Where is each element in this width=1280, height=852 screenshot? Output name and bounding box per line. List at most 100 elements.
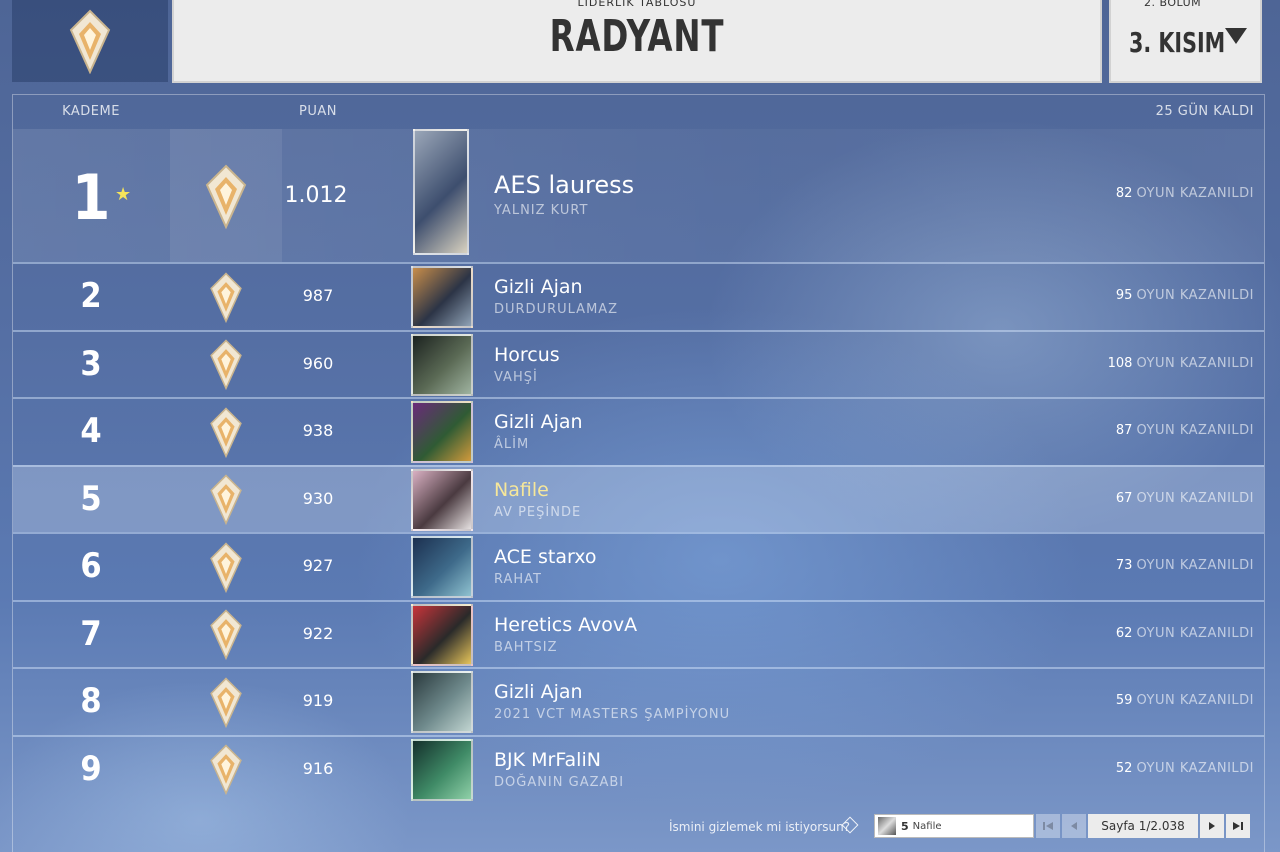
table-row[interactable]: 5 930 Nafile AV PEŞİNDE 67 OYUN KAZANILD… <box>13 464 1264 533</box>
search-name: Nafile <box>912 820 942 832</box>
dropdown-arrow-icon[interactable] <box>1225 28 1247 44</box>
table-row[interactable]: 9 916 BJK MrFaliN DOĞANIN GAZABI 52 OYUN… <box>13 734 1264 803</box>
leaderboard-footer: İsmini gizlemek mi istiyorsun? 5 Nafile … <box>12 800 1265 852</box>
table-row[interactable]: 1 ★ 1.012 AES lauress YALNIZ KURT 82 OYU… <box>13 129 1264 262</box>
player-title: VAHŞİ <box>494 369 538 385</box>
first-page-button[interactable] <box>1036 814 1060 838</box>
games-won-label: OYUN KAZANILDI <box>1136 288 1254 303</box>
hide-name-question: İsmini gizlemek mi istiyorsun? <box>669 820 851 834</box>
player-title: YALNIZ KURT <box>494 203 589 218</box>
last-page-button[interactable] <box>1226 814 1250 838</box>
games-won-label: OYUN KAZANILDI <box>1136 760 1254 776</box>
rank-number: 6 <box>80 546 102 586</box>
leaderboard-table: KADEME PUAN 25 GÜN KALDI 1 ★ 1.012 AES l… <box>12 94 1265 852</box>
player-card-avatar <box>411 468 473 531</box>
player-card-avatar <box>413 129 469 255</box>
player-title: DOĞANIN GAZABI <box>494 774 625 790</box>
games-won-count: 67 <box>1115 490 1133 506</box>
player-name: Gizli Ajan <box>494 276 583 298</box>
player-card-avatar <box>411 266 473 328</box>
rank-number: 9 <box>80 748 102 789</box>
last-page-icon <box>1233 822 1243 830</box>
games-won: 87 OYUN KAZANILDI <box>1116 423 1254 438</box>
games-won-count: 73 <box>1115 558 1133 573</box>
player-name: Nafile <box>494 478 549 501</box>
radiant-rank-icon <box>210 744 242 796</box>
rank-emblem <box>170 264 282 330</box>
rank-number: 7 <box>80 613 102 654</box>
player-card-avatar <box>411 333 473 396</box>
games-won-label: OYUN KAZANILDI <box>1136 625 1254 641</box>
section-label: LİDERLİK TABLOSU <box>577 0 697 9</box>
search-rank: 5 <box>901 819 909 833</box>
player-points: 922 <box>302 623 334 643</box>
radiant-logo <box>12 0 168 82</box>
games-won-label: OYUN KAZANILDI <box>1136 186 1254 201</box>
games-won-label: OYUN KAZANILDI <box>1136 490 1254 506</box>
rank-emblem <box>170 602 282 668</box>
player-title: DURDURULAMAZ <box>494 302 619 317</box>
rank-number: 5 <box>80 478 102 519</box>
leaderboard-title-panel: LİDERLİK TABLOSU RADYANT <box>172 0 1102 83</box>
games-won: 73 OYUN KAZANILDI <box>1116 558 1254 573</box>
radiant-rank-icon <box>69 9 111 74</box>
first-page-icon <box>1043 822 1053 830</box>
rank-emblem <box>170 399 282 465</box>
radiant-rank-icon <box>205 164 247 229</box>
table-row[interactable]: 2 987 Gizli Ajan DURDURULAMAZ 95 OYUN KA… <box>13 262 1264 330</box>
games-won: 52 OYUN KAZANILDI <box>1116 761 1254 776</box>
radiant-rank-icon <box>210 407 242 458</box>
star-icon: ★ <box>115 184 132 205</box>
player-name: Horcus <box>494 343 560 366</box>
table-row[interactable]: 6 927 ACE starxo RAHAT 73 OYUN KAZANILDI <box>13 532 1264 600</box>
rank-emblem <box>170 467 282 533</box>
games-won-count: 59 <box>1115 693 1133 708</box>
rank-number: 1 <box>71 161 111 234</box>
player-name: Heretics AvovA <box>494 613 638 636</box>
radiant-rank-icon <box>210 542 242 593</box>
next-page-icon <box>1209 822 1215 830</box>
player-search-field[interactable]: 5 Nafile <box>874 814 1034 838</box>
player-points: 919 <box>302 691 334 710</box>
act-selector[interactable]: 2. BÖLÜM 3. KISIM <box>1109 0 1262 83</box>
prev-page-button[interactable] <box>1062 814 1086 838</box>
player-title: RAHAT <box>494 572 542 587</box>
games-won-count: 52 <box>1115 760 1133 776</box>
points-column-header: PUAN <box>299 104 337 119</box>
games-won: 82 OYUN KAZANILDI <box>1116 186 1254 201</box>
games-won-count: 95 <box>1115 288 1133 303</box>
days-left-label: 25 GÜN KALDI <box>1155 104 1254 119</box>
player-points: 930 <box>302 488 334 508</box>
table-row[interactable]: 7 922 Heretics AvovA BAHTSIZ 62 OYUN KAZ… <box>13 599 1264 668</box>
table-row[interactable]: 8 919 Gizli Ajan 2021 VCT MASTERS ŞAMPİY… <box>13 667 1264 735</box>
radiant-rank-icon <box>210 609 242 661</box>
player-card-avatar <box>411 671 473 733</box>
table-row[interactable]: 4 938 Gizli Ajan ÂLİM 87 OYUN KAZANILDI <box>13 397 1264 465</box>
episode-label: 2. BÖLÜM <box>1144 0 1202 9</box>
player-title: 2021 VCT MASTERS ŞAMPİYONU <box>494 707 731 722</box>
player-name: ACE starxo <box>494 546 597 568</box>
games-won-count: 87 <box>1115 423 1133 438</box>
rank-emblem <box>170 534 282 600</box>
rank-emblem <box>170 669 282 735</box>
player-points: 987 <box>302 286 334 305</box>
player-name: Gizli Ajan <box>494 681 583 703</box>
rank-emblem <box>170 737 282 803</box>
radiant-rank-icon <box>210 272 242 323</box>
next-page-button[interactable] <box>1200 814 1224 838</box>
games-won-label: OYUN KAZANILDI <box>1136 355 1254 371</box>
games-won: 62 OYUN KAZANILDI <box>1116 626 1254 641</box>
table-row[interactable]: 3 960 Horcus VAHŞİ 108 OYUN KAZANILDI <box>13 329 1264 398</box>
player-points: 960 <box>302 353 334 373</box>
player-points: 916 <box>302 758 334 778</box>
games-won: 59 OYUN KAZANILDI <box>1116 693 1254 708</box>
table-header: KADEME PUAN 25 GÜN KALDI <box>13 95 1264 129</box>
rank-emblem <box>170 332 282 398</box>
rank-number: 2 <box>80 276 102 316</box>
player-thumbnail <box>878 817 896 835</box>
player-title: ÂLİM <box>494 437 530 452</box>
player-title: BAHTSIZ <box>494 639 558 655</box>
radiant-rank-icon <box>210 677 242 728</box>
games-won: 108 OYUN KAZANILDI <box>1108 356 1254 371</box>
games-won-label: OYUN KAZANILDI <box>1136 693 1254 708</box>
